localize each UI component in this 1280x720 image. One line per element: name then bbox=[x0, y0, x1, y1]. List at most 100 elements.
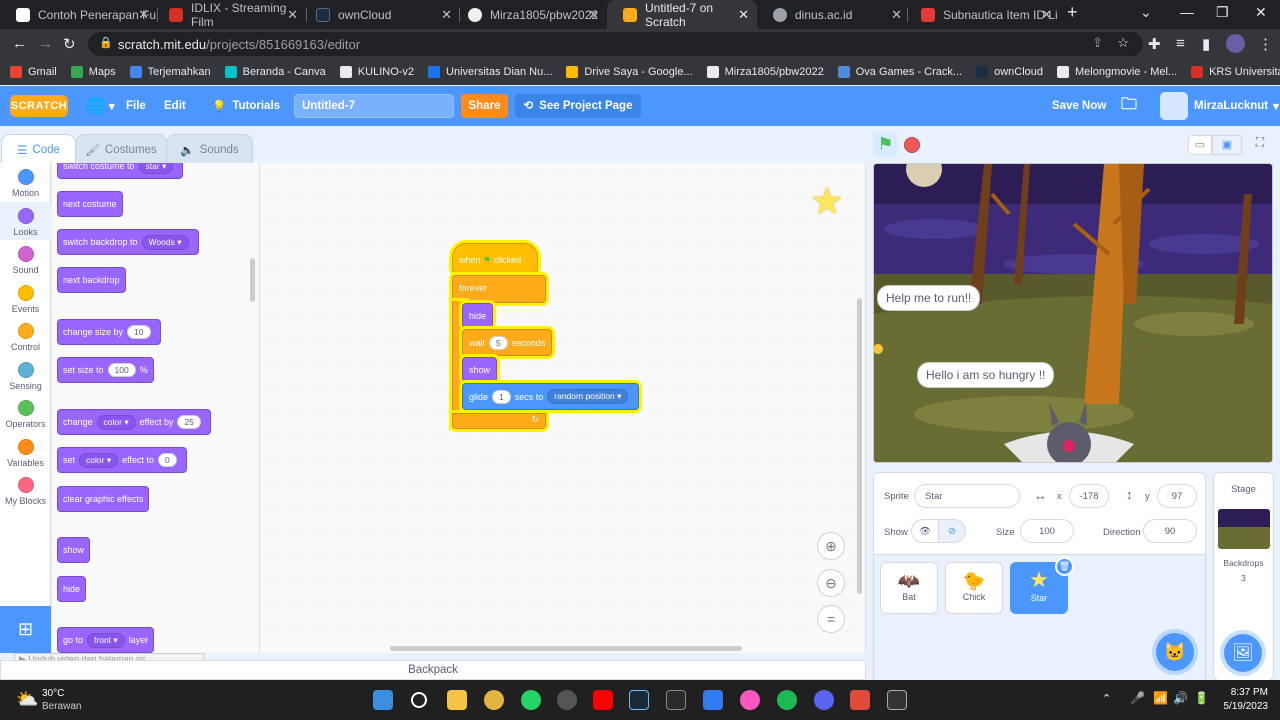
close-tab-icon[interactable]: ✕ bbox=[891, 7, 902, 23]
browser-tab[interactable]: Contoh Penerapan Fu ✕ bbox=[0, 0, 157, 29]
terminal-icon[interactable] bbox=[887, 690, 907, 710]
volume-icon[interactable]: 🔊 bbox=[1173, 691, 1188, 705]
bookmark-item[interactable]: ownCloud bbox=[976, 66, 1043, 78]
url-field[interactable]: 🔒 scratch.mit.edu/projects/851669163/edi… bbox=[88, 32, 1143, 56]
tab-search-icon[interactable]: ⌄ bbox=[1140, 4, 1152, 21]
script-horizontal-scrollbar[interactable] bbox=[390, 646, 742, 651]
close-tab-icon[interactable]: ✕ bbox=[1041, 7, 1052, 23]
y-input[interactable]: 97 bbox=[1157, 484, 1197, 508]
fullscreen-button[interactable]: ⛶ bbox=[1250, 135, 1270, 155]
epic-games-icon[interactable] bbox=[666, 690, 686, 710]
back-icon[interactable]: ← bbox=[12, 35, 27, 52]
size-input[interactable]: 100 bbox=[1020, 519, 1074, 543]
project-title-input[interactable]: Untitled-7 bbox=[294, 94, 454, 118]
close-tab-icon[interactable]: ✕ bbox=[738, 7, 749, 23]
palette-scrollbar[interactable] bbox=[250, 258, 255, 302]
category-operators[interactable]: Operators bbox=[0, 394, 51, 432]
app-icon[interactable] bbox=[703, 690, 723, 710]
glide-target-dropdown[interactable]: random position ▾ bbox=[547, 389, 629, 404]
bookmark-item[interactable]: Melongmovie - Mel... bbox=[1057, 66, 1177, 78]
small-stage-button[interactable]: ▭ bbox=[1188, 135, 1212, 155]
effect-dropdown[interactable]: color ▾ bbox=[79, 452, 119, 468]
bookmark-item[interactable]: Gmail bbox=[10, 66, 57, 78]
category-sensing[interactable]: Sensing bbox=[0, 356, 51, 394]
number-input[interactable]: 0 bbox=[157, 453, 177, 467]
bookmark-item[interactable]: Mirza1805/pbw2022 bbox=[706, 66, 824, 78]
tab-code[interactable]: ☰ Code bbox=[1, 134, 76, 165]
script-vertical-scrollbar[interactable] bbox=[857, 298, 862, 594]
spotify-icon[interactable] bbox=[777, 690, 797, 710]
new-tab-button[interactable]: + bbox=[1067, 2, 1078, 23]
block-go-to-layer[interactable]: go to front ▾ layer bbox=[57, 627, 155, 653]
number-input[interactable]: 5 bbox=[489, 335, 508, 350]
share-page-icon[interactable]: ⇪ bbox=[1092, 35, 1103, 51]
browser-tab[interactable]: IDLIX - Streaming Film ✕ bbox=[153, 0, 306, 29]
chrome-icon[interactable] bbox=[484, 690, 504, 710]
bookmark-item[interactable]: Maps bbox=[70, 66, 116, 78]
category-sound[interactable]: Sound bbox=[0, 240, 51, 278]
block-set-size[interactable]: set size to 100% bbox=[57, 357, 154, 383]
layer-dropdown[interactable]: front ▾ bbox=[87, 632, 125, 648]
music-icon[interactable] bbox=[740, 690, 760, 710]
backpack[interactable]: Backpack bbox=[0, 660, 866, 680]
zoom-in-button[interactable]: ⊕ bbox=[817, 532, 845, 560]
media-icon[interactable]: ≡ bbox=[1176, 35, 1185, 52]
add-extension-button[interactable]: ⊞ bbox=[0, 606, 51, 653]
zoom-out-button[interactable]: ⊖ bbox=[817, 569, 845, 597]
block-show[interactable]: show bbox=[57, 537, 91, 563]
number-input[interactable]: 1 bbox=[492, 389, 511, 404]
block-switch-costume[interactable]: switch costume to star ▾ bbox=[57, 163, 184, 179]
start-windows-icon[interactable] bbox=[373, 690, 393, 710]
block-change-size[interactable]: change size by 10 bbox=[57, 319, 161, 345]
category-control[interactable]: Control bbox=[0, 317, 51, 355]
browser-tab[interactable]: Mirza1805/pbw2022 ✕ bbox=[452, 0, 607, 29]
block-next-costume[interactable]: next costume bbox=[57, 191, 123, 217]
tutorials-button[interactable]: 💡 Tutorials bbox=[212, 86, 280, 126]
clock-date[interactable]: 5/19/2023 bbox=[1212, 701, 1269, 712]
bookmark-item[interactable]: Universitas Dian Nu... bbox=[428, 66, 552, 78]
category-events[interactable]: Events bbox=[0, 279, 51, 317]
delete-sprite-icon[interactable]: 🗑 bbox=[1055, 557, 1074, 576]
close-tab-icon[interactable]: ✕ bbox=[441, 7, 452, 23]
block-set-effect[interactable]: set color ▾ effect to 0 bbox=[57, 447, 187, 473]
scratch-logo[interactable]: SCRATCH bbox=[10, 95, 68, 117]
youtube-icon[interactable] bbox=[593, 690, 613, 710]
block-hide[interactable]: hide bbox=[57, 576, 87, 602]
category-variables[interactable]: Variables bbox=[0, 433, 51, 471]
clock-time[interactable]: 8:37 PM bbox=[1222, 687, 1268, 698]
browser-tab[interactable]: ownCloud ✕ bbox=[300, 0, 460, 29]
search-icon[interactable] bbox=[411, 692, 427, 708]
language-menu[interactable]: 🌐 ▾ bbox=[86, 86, 115, 126]
tray-chevron-icon[interactable]: ⌃ bbox=[1102, 692, 1111, 705]
bookmark-item[interactable]: Drive Saya - Google... bbox=[566, 66, 693, 78]
whatsapp-icon[interactable] bbox=[521, 690, 541, 710]
maximize-button[interactable]: ❐ bbox=[1216, 4, 1229, 21]
script-area[interactable]: ★ when ⚑ clicked forever ↻ hide wait 5 sec… bbox=[260, 163, 866, 653]
discord-icon[interactable] bbox=[814, 690, 834, 710]
my-stuff-folder-icon[interactable]: 🗀 bbox=[1121, 86, 1137, 126]
show-visible-button[interactable]: 👁 bbox=[911, 519, 939, 543]
battery-icon[interactable]: 🔋 bbox=[1194, 691, 1209, 705]
bookmark-item[interactable]: Beranda - Canva bbox=[224, 66, 326, 78]
chrome-menu-icon[interactable]: ⋮ bbox=[1258, 35, 1273, 53]
script-show-block[interactable]: show bbox=[462, 357, 498, 382]
stage-canvas[interactable]: Help me to run!! Hello i am so hungry !! bbox=[873, 163, 1273, 463]
block-clear-effects[interactable]: clear graphic effects bbox=[57, 486, 150, 512]
close-tab-icon[interactable]: ✕ bbox=[588, 7, 599, 23]
unity-icon[interactable] bbox=[557, 690, 577, 710]
normal-stage-button[interactable]: ▣ bbox=[1212, 135, 1242, 155]
number-input[interactable]: 25 bbox=[177, 415, 201, 429]
extensions-icon[interactable]: ✚ bbox=[1148, 35, 1161, 53]
script-glide-block[interactable]: glide 1 secs to random position ▾ bbox=[462, 383, 640, 410]
stage-selector-panel[interactable]: Stage Backdrops 3 🖼 bbox=[1213, 472, 1274, 681]
category-my-blocks[interactable]: My Blocks bbox=[0, 471, 51, 509]
block-switch-backdrop[interactable]: switch backdrop to Woods ▾ bbox=[57, 229, 199, 255]
microphone-icon[interactable]: 🎤 bbox=[1130, 691, 1145, 705]
bookmark-item[interactable]: KULINO-v2 bbox=[339, 66, 414, 78]
reload-icon[interactable]: ↻ bbox=[63, 35, 76, 53]
close-tab-icon[interactable]: ✕ bbox=[138, 7, 149, 23]
effect-dropdown[interactable]: color ▾ bbox=[96, 414, 136, 430]
browser-tab[interactable]: dinus.ac.id ✕ bbox=[757, 0, 910, 29]
bookmark-item[interactable]: KRS Universitas Dia... bbox=[1191, 66, 1280, 78]
bookmark-star-icon[interactable]: ☆ bbox=[1117, 35, 1129, 51]
